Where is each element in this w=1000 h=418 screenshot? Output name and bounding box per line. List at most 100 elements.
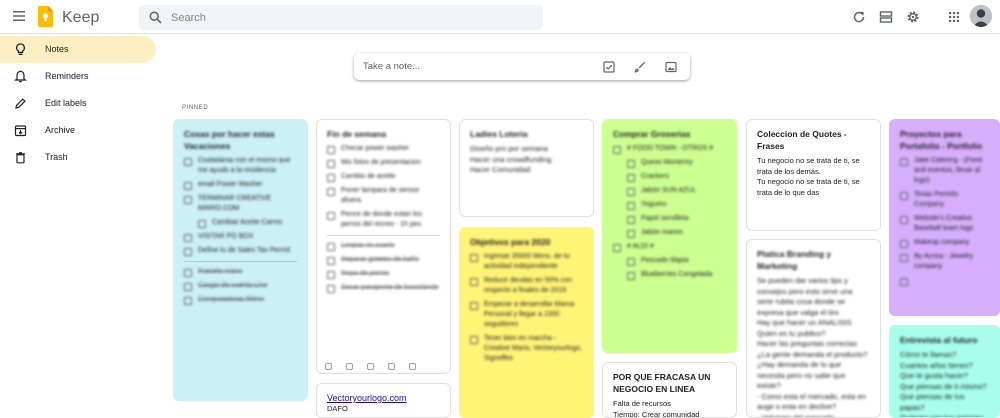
checklist-item[interactable]: email Power Washer xyxy=(184,180,297,190)
new-image-note-icon[interactable] xyxy=(665,61,677,73)
apps-grid-icon[interactable] xyxy=(947,10,961,24)
sidebar-item-archive[interactable]: Archive xyxy=(0,117,156,144)
checklist-item[interactable]: Ingresar 35000 Mens. de tu actividad ind… xyxy=(470,252,583,272)
checklist-item[interactable]: VISITAR PO BOX xyxy=(184,232,297,242)
checklist-item[interactable]: Cambio de aceite xyxy=(327,172,440,182)
checklist-item[interactable]: Checar power washer xyxy=(327,144,440,154)
refresh-icon[interactable] xyxy=(852,10,866,24)
color-palette-icon[interactable] xyxy=(367,363,374,370)
pencil-icon xyxy=(15,98,26,109)
checklist-item[interactable]: Ciudadania con el mismo que me ayudo a l… xyxy=(184,156,297,176)
checklist-item[interactable]: Papel servilleta xyxy=(627,214,726,224)
note-title: Objetivos para 2020 xyxy=(470,237,551,247)
checklist-item[interactable]: Makeup company xyxy=(900,238,989,248)
checklist: Jabe Catering - (Food and eventos, lleva… xyxy=(900,156,989,286)
checklist-item-done[interactable]: Frasello mano xyxy=(184,267,297,277)
collaborator-icon[interactable] xyxy=(346,363,353,370)
checklist-item[interactable]: Cambiar Aceite Carros xyxy=(198,218,297,228)
note-link[interactable]: Vectoryourlogo.com xyxy=(327,392,440,404)
checklist-item[interactable]: Poner lampara de sensor afuera xyxy=(327,186,440,206)
sidebar-item-notes[interactable]: Notes xyxy=(0,36,156,63)
checklist-item[interactable]: Yogures xyxy=(627,200,726,210)
note-card-entrevista-futuro[interactable]: Entrevista al futuro Cómo te llamas? Cua… xyxy=(889,325,1000,418)
sidebar: Notes Reminders Edit labels Archive Tras… xyxy=(0,36,160,171)
checklist-item[interactable]: Jabe Catering - (Food and eventos, lleva… xyxy=(900,156,989,186)
checklist-item[interactable]: Blueberries Congelada xyxy=(627,270,726,280)
checklist-item[interactable]: Reducir deudas en 50% con respecto a fin… xyxy=(470,276,583,296)
account-avatar[interactable] xyxy=(970,5,992,27)
archive-icon[interactable] xyxy=(409,363,416,370)
take-note-bar[interactable] xyxy=(354,53,690,80)
note-title: Fin de semana xyxy=(327,129,387,139)
app-title[interactable]: Keep xyxy=(62,9,99,27)
checklist-item[interactable]: Mis fotos de presentacion xyxy=(327,158,440,168)
remind-me-icon[interactable] xyxy=(325,363,332,370)
checklist: # FOOD TOWN - OTROS # Queso Monterey Cra… xyxy=(613,144,726,280)
note-title: Cosas por hacer estas Vacaciones xyxy=(184,129,275,151)
checklist-item[interactable]: By Acrisa - Jewelry company xyxy=(900,252,989,272)
checklist-item[interactable]: Texas Permits Company xyxy=(900,190,989,210)
checklist-item[interactable]: # ALDI # xyxy=(613,242,726,252)
checklist-item[interactable]: Define tu de Sales Tax Permit xyxy=(184,246,297,256)
list-view-icon[interactable] xyxy=(879,10,893,24)
checklist-item[interactable]: Tener bien en marcha - Creative Mario, V… xyxy=(470,334,583,364)
checklist-item[interactable]: TERMINAR CREATIVE MARIO.COM xyxy=(184,194,297,214)
search-input[interactable] xyxy=(171,5,531,30)
note-card-proyectos-portafolio[interactable]: Proyectos para Portafolio - Portfolio Ja… xyxy=(889,119,1000,316)
keep-logo-icon[interactable] xyxy=(38,6,53,27)
new-drawing-brush-icon[interactable] xyxy=(634,61,646,73)
top-bar: Keep xyxy=(0,0,1000,34)
main-menu-icon[interactable] xyxy=(12,9,26,23)
note-card-fin-de-semana[interactable]: Fin de semana Checar power washer Mis fo… xyxy=(316,119,451,374)
sidebar-item-edit-labels[interactable]: Edit labels xyxy=(0,90,156,117)
note-card-ladies-loteria[interactable]: Ladies Loteria Diseño pro por semana Hac… xyxy=(459,119,594,217)
add-image-icon[interactable] xyxy=(388,363,395,370)
checklist-item[interactable]: Pence de donde estan los perros del recr… xyxy=(327,210,440,230)
completed-checklist: Limpiar mi cuarto Reparar goteteo de bañ… xyxy=(327,241,440,293)
checklist-item[interactable]: Crackers xyxy=(627,172,726,182)
note-body: Falta de recursos Tiempo: Crear comunida… xyxy=(613,399,700,418)
search-icon[interactable] xyxy=(149,11,162,24)
trash-icon xyxy=(16,152,25,164)
note-body: Diseño pro por semana Hacer una crowdfun… xyxy=(470,144,552,174)
pinned-section-label: PINNED xyxy=(182,105,209,111)
checklist-item-done[interactable]: Sacar pasaporte de bosorlando xyxy=(327,283,440,293)
note-body: Se pueden dar varios tips y consejos per… xyxy=(757,276,868,418)
checklist: Checar power washer Mis fotos de present… xyxy=(327,144,440,230)
sidebar-item-label: Notes xyxy=(45,44,69,54)
sidebar-item-trash[interactable]: Trash xyxy=(0,144,156,171)
checklist: Ciudadania con el mismo que me ayudo a l… xyxy=(184,156,297,256)
note-card-por-que-fracasa[interactable]: POR QUE FRACASA UN NEGOCIO EN LINEA Falt… xyxy=(602,362,737,418)
note-body: DAFO xyxy=(327,404,348,413)
checklist-item-done[interactable]: Cargar de cuenta Lino xyxy=(184,281,297,291)
checklist-item[interactable]: Jabón manos xyxy=(627,228,726,238)
checklist-item-done[interactable]: Computadoras Ritmo xyxy=(184,295,297,305)
settings-gear-icon[interactable] xyxy=(906,10,920,24)
checklist-item[interactable]: # FOOD TOWN - OTROS # xyxy=(613,144,726,154)
search-bar[interactable] xyxy=(139,5,543,30)
checklist-item-done[interactable]: Ropa de perros xyxy=(327,269,440,279)
checklist-item[interactable]: Empezar a desarrollar Marca Personal y l… xyxy=(470,300,583,330)
checklist-item[interactable]: Queso Monterey xyxy=(627,158,726,168)
checklist: Ingresar 35000 Mens. de tu actividad ind… xyxy=(470,252,583,364)
note-card-vectoryourlogo[interactable]: Vectoryourlogo.com DAFO xyxy=(316,383,451,418)
sidebar-item-label: Reminders xyxy=(45,71,89,81)
checklist-item-done[interactable]: Limpiar mi cuarto xyxy=(327,241,440,251)
note-card-quotes-frases[interactable]: Coleccion de Quotes - Frases Tu negocio … xyxy=(746,119,881,231)
checklist-item[interactable]: Pescado tilapia xyxy=(627,256,726,266)
note-card-comprar-groserias[interactable]: Comprar Groserias # FOOD TOWN - OTROS # … xyxy=(602,119,737,353)
note-card-platica-branding[interactable]: Platica Branding y Marketing Se pueden d… xyxy=(746,239,881,418)
note-body: Tu negocio no se trata de ti, se trata d… xyxy=(757,156,860,197)
user-avatar-icon xyxy=(970,5,992,27)
checklist-item[interactable]: Jabón SUN AZUL xyxy=(627,186,726,196)
new-list-checkbox-icon[interactable] xyxy=(603,61,615,73)
note-body: Cómo te llamas? Cuantos años tienes? Que… xyxy=(900,350,987,418)
checklist-item[interactable]: Website's Creative Baseball team logo xyxy=(900,214,989,234)
note-card-objetivos-2020[interactable]: Objetivos para 2020 Ingresar 35000 Mens.… xyxy=(459,227,594,418)
note-title: Proyectos para Portafolio - Portfolio xyxy=(900,129,983,151)
take-note-input[interactable] xyxy=(363,53,593,80)
note-card-vacaciones[interactable]: Cosas por hacer estas Vacaciones Ciudada… xyxy=(173,119,308,401)
sidebar-item-reminders[interactable]: Reminders xyxy=(0,63,156,90)
checklist-item-done[interactable]: Reparar goteteo de baño xyxy=(327,255,440,265)
checklist-divider xyxy=(184,261,297,262)
